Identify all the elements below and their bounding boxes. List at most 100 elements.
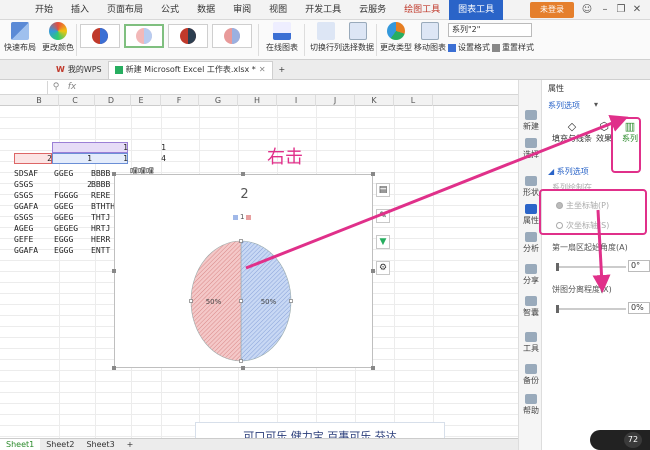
- slice-handle[interactable]: [239, 239, 243, 243]
- chart-style-brush-icon[interactable]: ✎: [376, 209, 390, 223]
- cell[interactable]: 4: [130, 153, 166, 164]
- menu-insert[interactable]: 插入: [62, 0, 98, 20]
- cell[interactable]: GEFE: [14, 234, 52, 245]
- chart-style-thumb-1[interactable]: [80, 24, 120, 48]
- tab-fill-line[interactable]: ◇ 填充与线条: [552, 120, 592, 144]
- cell[interactable]: GSGS: [14, 212, 52, 223]
- login-button[interactable]: 未登录: [530, 2, 574, 18]
- cell[interactable]: 2: [52, 179, 92, 190]
- column-header[interactable]: H: [238, 95, 277, 106]
- first-slice-angle-slider[interactable]: [556, 263, 626, 271]
- cell[interactable]: SDSAF: [14, 168, 52, 179]
- tab-effects[interactable]: ⬡ 效果: [596, 120, 612, 144]
- sidebar-item-1[interactable]: 选择: [521, 138, 541, 160]
- cell[interactable]: GGEG: [54, 212, 92, 223]
- column-header[interactable]: B: [20, 95, 59, 106]
- cell[interactable]: GEGEG: [54, 223, 92, 234]
- column-header[interactable]: J: [316, 95, 355, 106]
- slice-handle[interactable]: [239, 299, 243, 303]
- slice-handle[interactable]: [189, 299, 193, 303]
- column-header[interactable]: I: [277, 95, 316, 106]
- sheet-tab-2[interactable]: Sheet2: [40, 439, 80, 450]
- cell[interactable]: GSGS: [14, 190, 52, 201]
- close-icon[interactable]: ✕: [630, 3, 644, 17]
- move-chart-button[interactable]: 移动图表: [414, 22, 446, 53]
- menu-chart-tools[interactable]: 图表工具: [449, 0, 504, 20]
- sidebar-item-4[interactable]: 分析: [521, 232, 541, 254]
- sidebar-item-3[interactable]: 属性: [521, 204, 541, 226]
- cell[interactable]: GGAFA: [14, 245, 52, 256]
- first-slice-angle-input[interactable]: 0°: [628, 260, 650, 272]
- secondary-axis-radio[interactable]: 次坐标轴(S): [556, 220, 609, 231]
- column-header[interactable]: C: [56, 95, 95, 106]
- chart-style-thumb-3[interactable]: [168, 24, 208, 48]
- select-data-button[interactable]: 选择数据: [342, 22, 374, 53]
- name-box[interactable]: [0, 80, 48, 94]
- cell[interactable]: 1: [52, 142, 128, 153]
- cell[interactable]: 1: [130, 142, 166, 153]
- change-type-button[interactable]: 更改类型: [380, 22, 412, 53]
- cell[interactable]: EGGG: [54, 234, 92, 245]
- minimize-icon[interactable]: –: [598, 3, 612, 17]
- slice-handle[interactable]: [289, 299, 293, 303]
- cell[interactable]: 1: [90, 153, 128, 164]
- primary-axis-radio[interactable]: 主坐标轴(P): [556, 200, 609, 211]
- explosion-slider[interactable]: [556, 305, 626, 313]
- menu-drawing-tools[interactable]: 绘图工具: [395, 0, 449, 20]
- sheet-tab-1[interactable]: Sheet1: [0, 438, 41, 450]
- column-header[interactable]: E: [122, 95, 161, 106]
- chart-elements-icon[interactable]: ▤: [376, 183, 390, 197]
- sidebar-item-2[interactable]: 形状: [521, 176, 541, 198]
- pie-chart[interactable]: 2 1 50% 50%: [112, 172, 375, 370]
- formula-input[interactable]: [80, 81, 518, 94]
- cell[interactable]: GGEG: [54, 168, 92, 179]
- restore-icon[interactable]: ❐: [614, 3, 628, 17]
- tab-wps[interactable]: W 我的WPS: [50, 61, 108, 79]
- cell[interactable]: 1: [52, 153, 92, 164]
- menu-review[interactable]: 审阅: [224, 0, 260, 20]
- panel-series-dropdown[interactable]: 系列选项: [548, 100, 580, 111]
- menu-view[interactable]: 视图: [260, 0, 296, 20]
- menu-page-layout[interactable]: 页面布局: [98, 0, 152, 20]
- column-header[interactable]: G: [199, 95, 238, 106]
- switch-row-col-button[interactable]: 切换行列: [310, 22, 342, 53]
- series-select[interactable]: 系列"2": [448, 23, 532, 37]
- sidebar-item-6[interactable]: 智囊: [521, 296, 541, 318]
- chart-style-thumb-2[interactable]: [124, 24, 164, 48]
- online-chart-button[interactable]: 在线图表: [266, 22, 298, 53]
- tab-document[interactable]: 新建 Microsoft Excel 工作表.xlsx * ✕: [107, 60, 273, 79]
- set-format-button[interactable]: 设置格式: [448, 42, 490, 53]
- menu-cloud[interactable]: 云服务: [350, 0, 395, 20]
- slider-knob[interactable]: [556, 305, 559, 313]
- new-tab-button[interactable]: +: [273, 61, 292, 79]
- quick-layout-button[interactable]: 快速布局: [4, 22, 36, 53]
- sidebar-item-0[interactable]: 新建: [521, 110, 541, 132]
- close-tab-icon[interactable]: ✕: [259, 61, 266, 79]
- cell[interactable]: 2: [14, 153, 52, 164]
- skin-icon[interactable]: ☺: [580, 3, 594, 17]
- change-color-button[interactable]: 更改颜色: [42, 22, 74, 53]
- reset-style-button[interactable]: 重置样式: [492, 42, 534, 53]
- cell[interactable]: FGGGG: [54, 190, 92, 201]
- zoom-icon[interactable]: ⚲: [48, 82, 64, 92]
- menu-developer[interactable]: 开发工具: [296, 0, 350, 20]
- menu-formulas[interactable]: 公式: [152, 0, 188, 20]
- explosion-input[interactable]: 0%: [628, 302, 650, 314]
- dropdown-arrow-icon[interactable]: ▾: [594, 100, 598, 109]
- sidebar-item-8[interactable]: 备份: [521, 364, 541, 386]
- tab-series[interactable]: ▥ 系列: [622, 120, 638, 144]
- slider-knob[interactable]: [556, 263, 559, 271]
- column-header[interactable]: K: [355, 95, 394, 106]
- cell[interactable]: GSGS: [14, 179, 52, 190]
- menu-home[interactable]: 开始: [26, 0, 62, 20]
- menu-data[interactable]: 数据: [188, 0, 224, 20]
- column-header[interactable]: F: [160, 95, 199, 106]
- slice-handle[interactable]: [239, 359, 243, 363]
- chart-style-thumb-4[interactable]: [212, 24, 252, 48]
- sidebar-item-5[interactable]: 分享: [521, 264, 541, 286]
- cell[interactable]: GGAFA: [14, 201, 52, 212]
- fx-button[interactable]: fx: [64, 82, 80, 92]
- chart-settings-gear-icon[interactable]: ⚙: [376, 261, 390, 275]
- chart-filter-icon[interactable]: ▼: [376, 235, 390, 249]
- section-series-options[interactable]: ◢ 系列选项: [548, 166, 589, 177]
